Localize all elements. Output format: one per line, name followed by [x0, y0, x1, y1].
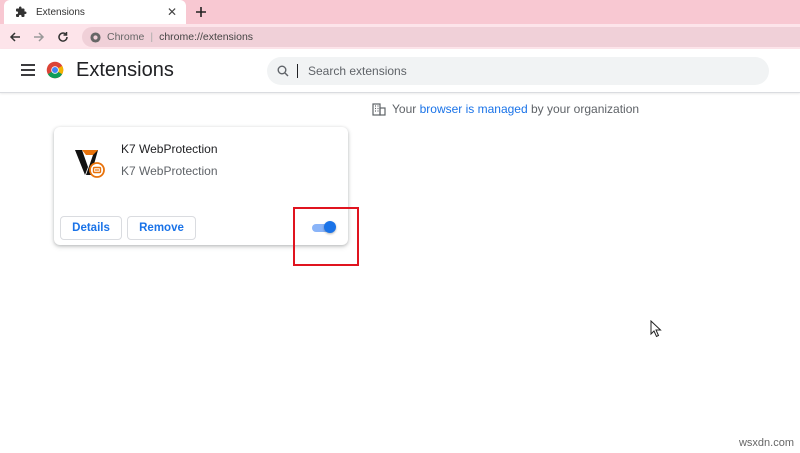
tab-strip: Extensions ✕ — [0, 0, 800, 24]
extension-name: K7 WebProtection — [121, 142, 218, 156]
arrow-left-icon — [9, 31, 20, 42]
screenshot: Extensions ✕ Chrome | chrome://extension… — [0, 0, 800, 453]
arrow-right-icon — [34, 31, 45, 42]
tab-title: Extensions — [36, 6, 85, 18]
address-bar[interactable]: Chrome | chrome://extensions — [82, 27, 800, 47]
reload-icon — [58, 31, 68, 42]
managed-prefix: Your — [392, 102, 420, 116]
chrome-logo-icon — [46, 61, 64, 79]
search-icon — [277, 65, 289, 77]
building-icon — [372, 103, 386, 116]
extension-description: K7 WebProtection — [121, 164, 218, 178]
plus-icon — [196, 7, 206, 17]
omnibox-separator: | — [150, 31, 154, 43]
tab-extensions[interactable]: Extensions ✕ — [4, 0, 186, 24]
managed-suffix: by your organization — [527, 102, 640, 116]
k7-logo-icon — [75, 150, 105, 178]
close-icon[interactable]: ✕ — [166, 6, 178, 18]
mouse-cursor-icon — [650, 320, 662, 338]
annotation-highlight-box — [293, 207, 359, 266]
site-label: Chrome — [107, 31, 145, 43]
menu-icon[interactable] — [20, 63, 36, 77]
chrome-site-icon — [90, 31, 101, 43]
watermark: wsxdn.com — [738, 437, 794, 449]
url-text: chrome://extensions — [159, 31, 254, 43]
details-button[interactable]: Details — [60, 216, 122, 240]
managed-link[interactable]: browser is managed — [420, 102, 528, 116]
back-button[interactable] — [6, 28, 24, 46]
page-title: Extensions — [76, 59, 174, 81]
search-box[interactable] — [267, 57, 769, 85]
forward-button[interactable] — [30, 28, 48, 46]
text-caret — [297, 64, 298, 78]
remove-button[interactable]: Remove — [127, 216, 196, 240]
browser-toolbar: Chrome | chrome://extensions — [0, 24, 800, 49]
extensions-header: Extensions — [0, 49, 800, 93]
reload-button[interactable] — [54, 28, 72, 46]
search-input[interactable] — [308, 64, 748, 78]
managed-notice: Your browser is managed by your organiza… — [372, 102, 639, 116]
new-tab-button[interactable] — [192, 3, 210, 21]
puzzle-icon — [14, 5, 28, 19]
